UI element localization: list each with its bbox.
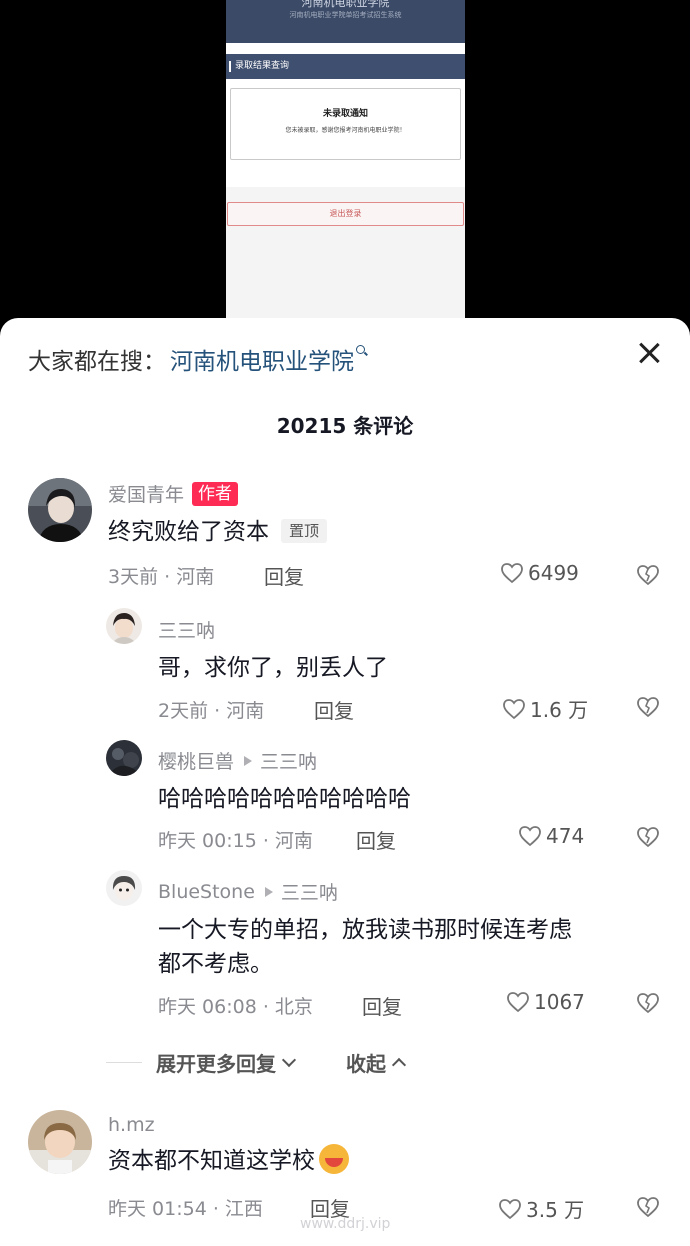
like-count: 3.5 万 (526, 1198, 585, 1222)
comment-meta: 昨天 06:08 · 北京 (158, 996, 313, 1018)
heart-icon (519, 826, 541, 847)
trending-search[interactable]: 大家都在搜： 河南机电职业学院 (28, 342, 368, 376)
comment-meta: 3天前 · 河南 (108, 566, 215, 588)
embedded-phone-screenshot: 河南机电职业学院 河南机电职业学院单招考试招生系统 录取结果查询 未录取通知 您… (226, 0, 465, 330)
reply-button[interactable]: 回复 (362, 991, 402, 1020)
comment-text: 哥，求你了，别丢人了 (158, 655, 388, 681)
reply-button[interactable]: 回复 (356, 825, 396, 854)
comment-username-row: h.mz (108, 1114, 349, 1136)
comment-sheet: 大家都在搜： 河南机电职业学院 20215 条评论 爱国青年 作者 终究败给了资… (0, 318, 690, 1246)
username[interactable]: 爱国青年 (108, 480, 184, 507)
comment-text-content: 资本都不知道这学校 (108, 1148, 315, 1174)
comment-text-content: 终究败给了资本 (108, 519, 269, 545)
like-count: 1.6 万 (530, 698, 589, 722)
avatar[interactable] (28, 478, 92, 542)
like-button[interactable]: 3.5 万 (498, 1194, 584, 1223)
comment-text: 一个大专的单招，放我读书那时候连考虑 都不考虑。 (158, 913, 572, 981)
phone-header: 河南机电职业学院 河南机电职业学院单招考试招生系统 (226, 0, 465, 43)
like-count: 474 (546, 824, 585, 848)
username[interactable]: 樱桃巨兽 (158, 747, 234, 774)
comment-item: h.mz 资本都不知道这学校 (108, 1114, 349, 1178)
phone-content: 未录取通知 您未被录取，感谢您报考河南机电职业学院！ (226, 79, 465, 187)
phone-section-title: 录取结果查询 (226, 54, 465, 79)
comment-username-row: BlueStone 三三呐 (158, 878, 572, 905)
like-count: 1067 (534, 990, 585, 1014)
reply-arrow-icon (264, 886, 273, 897)
comment-meta: 昨天 00:15 · 河南 (158, 830, 313, 852)
chevron-up-icon (391, 1057, 407, 1072)
close-icon[interactable] (636, 340, 662, 366)
like-button[interactable]: 1067 (506, 990, 585, 1014)
like-button[interactable]: 6499 (500, 561, 579, 585)
avatar[interactable] (28, 1110, 92, 1174)
comment-text-line: 都不考虑。 (158, 951, 273, 977)
comment-username-row: 樱桃巨兽 三三呐 (158, 747, 411, 774)
dislike-icon[interactable] (636, 992, 660, 1014)
username[interactable]: 三三呐 (158, 616, 215, 643)
comment-text: 哈哈哈哈哈哈哈哈哈哈哈 (158, 786, 411, 812)
reply-expand-row: 展开更多回复 收起 (106, 1048, 407, 1077)
dislike-icon[interactable] (636, 826, 660, 848)
collapse-label: 收起 (346, 1052, 386, 1076)
username[interactable]: BlueStone (158, 881, 255, 903)
author-badge: 作者 (192, 481, 239, 506)
avatar[interactable] (106, 740, 142, 776)
divider (106, 1062, 142, 1063)
heart-icon (499, 1198, 521, 1219)
like-count: 6499 (528, 561, 579, 585)
dislike-icon[interactable] (636, 696, 660, 718)
comment-text: 终究败给了资本 置顶 (108, 515, 328, 549)
reply-button[interactable]: 回复 (314, 695, 354, 724)
dislike-icon[interactable] (636, 1196, 660, 1218)
phone-header-title: 河南机电职业学院 (301, 0, 390, 9)
comment-text: 资本都不知道这学校 (108, 1144, 349, 1178)
notice-title: 未录取通知 (322, 109, 368, 119)
collapse-replies-button[interactable]: 收起 (346, 1048, 407, 1077)
heart-icon (503, 698, 525, 719)
heart-icon (507, 992, 529, 1013)
comment-meta: 昨天 01:54 · 江西 (108, 1198, 263, 1220)
username[interactable]: h.mz (108, 1114, 155, 1136)
expand-more-label: 展开更多回复 (156, 1052, 276, 1076)
comment-count: 20215 条评论 (276, 414, 414, 438)
laughing-emoji-icon (319, 1144, 349, 1174)
avatar[interactable] (106, 870, 142, 906)
phone-gap (226, 43, 465, 54)
comment-username-row: 爱国青年 作者 (108, 480, 327, 507)
notice-body: 您未被录取，感谢您报考河南机电职业学院！ (285, 127, 406, 134)
search-keyword[interactable]: 河南机电职业学院 (170, 342, 354, 376)
chevron-down-icon (281, 1052, 297, 1067)
comment-item: 爱国青年 作者 终究败给了资本 置顶 (108, 480, 328, 549)
heart-icon (501, 563, 523, 584)
search-icon (356, 345, 368, 357)
reply-arrow-icon (244, 755, 253, 766)
pinned-badge: 置顶 (281, 519, 328, 543)
reply-to-username[interactable]: 三三呐 (281, 878, 338, 905)
comment-item: 樱桃巨兽 三三呐 哈哈哈哈哈哈哈哈哈哈哈 (158, 747, 411, 816)
reply-to-username[interactable]: 三三呐 (260, 747, 317, 774)
comment-item: 三三呐 哥，求你了，别丢人了 (158, 616, 388, 685)
like-button[interactable]: 1.6 万 (502, 694, 588, 723)
like-button[interactable]: 474 (518, 824, 584, 848)
reply-button[interactable]: 回复 (264, 561, 304, 590)
comment-meta: 2天前 · 河南 (158, 700, 265, 722)
logout-button: 退出登录 (227, 202, 464, 226)
comment-username-row: 三三呐 (158, 616, 388, 643)
avatar[interactable] (106, 608, 142, 644)
comment-item: BlueStone 三三呐 一个大专的单招，放我读书那时候连考虑 都不考虑。 (158, 878, 572, 981)
search-prefix: 大家都在搜： (28, 349, 166, 375)
rejection-notice: 未录取通知 您未被录取，感谢您报考河南机电职业学院！ (230, 88, 461, 160)
expand-more-replies-button[interactable]: 展开更多回复 (156, 1048, 297, 1077)
comment-text-line: 一个大专的单招，放我读书那时候连考虑 (158, 917, 572, 943)
phone-header-subtitle: 河南机电职业学院单招考试招生系统 (289, 11, 402, 19)
dislike-icon[interactable] (636, 564, 660, 586)
watermark: www.ddrj.vip (300, 1216, 391, 1232)
